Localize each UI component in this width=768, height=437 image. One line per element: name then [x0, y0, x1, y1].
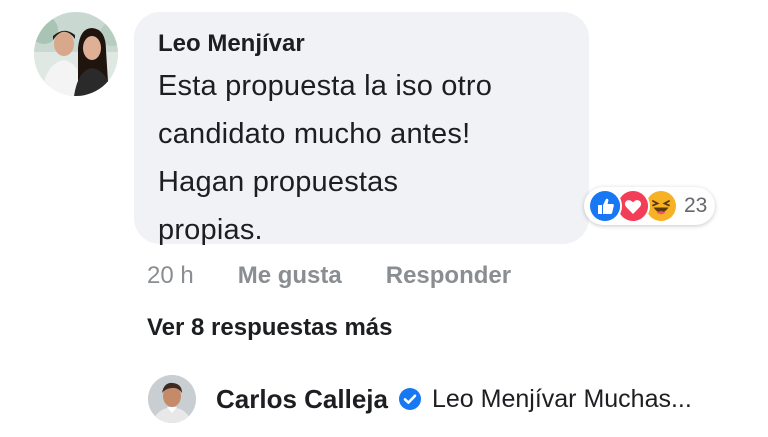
reply-author-avatar[interactable] — [148, 375, 196, 423]
view-more-replies-link[interactable]: Ver 8 respuestas más — [147, 311, 393, 345]
comment-author-name[interactable]: Leo Menjívar — [158, 28, 565, 60]
reactions-summary[interactable]: 23 — [584, 187, 716, 225]
commenter-avatar[interactable] — [34, 12, 118, 96]
profile-photo — [34, 12, 118, 96]
reply-button[interactable]: Responder — [386, 262, 511, 290]
comment-actions: 20 h Me gusta Responder — [147, 258, 511, 294]
verified-badge-icon — [398, 387, 422, 411]
reply-item[interactable]: Carlos Calleja Leo Menjívar Muchas... — [148, 374, 692, 424]
profile-photo — [148, 375, 196, 423]
reply-author-name[interactable]: Carlos Calleja — [216, 384, 388, 415]
reaction-count: 23 — [684, 194, 708, 217]
like-button[interactable]: Me gusta — [238, 262, 342, 290]
reply-preview-text[interactable]: Leo Menjívar Muchas... — [432, 385, 692, 414]
like-reaction-icon — [588, 189, 622, 223]
comment-timestamp[interactable]: 20 h — [147, 262, 194, 290]
comment-text: Esta propuesta la iso otro candidato muc… — [158, 70, 493, 246]
comment-bubble: Leo Menjívar Esta propuesta la iso otro … — [134, 12, 589, 246]
